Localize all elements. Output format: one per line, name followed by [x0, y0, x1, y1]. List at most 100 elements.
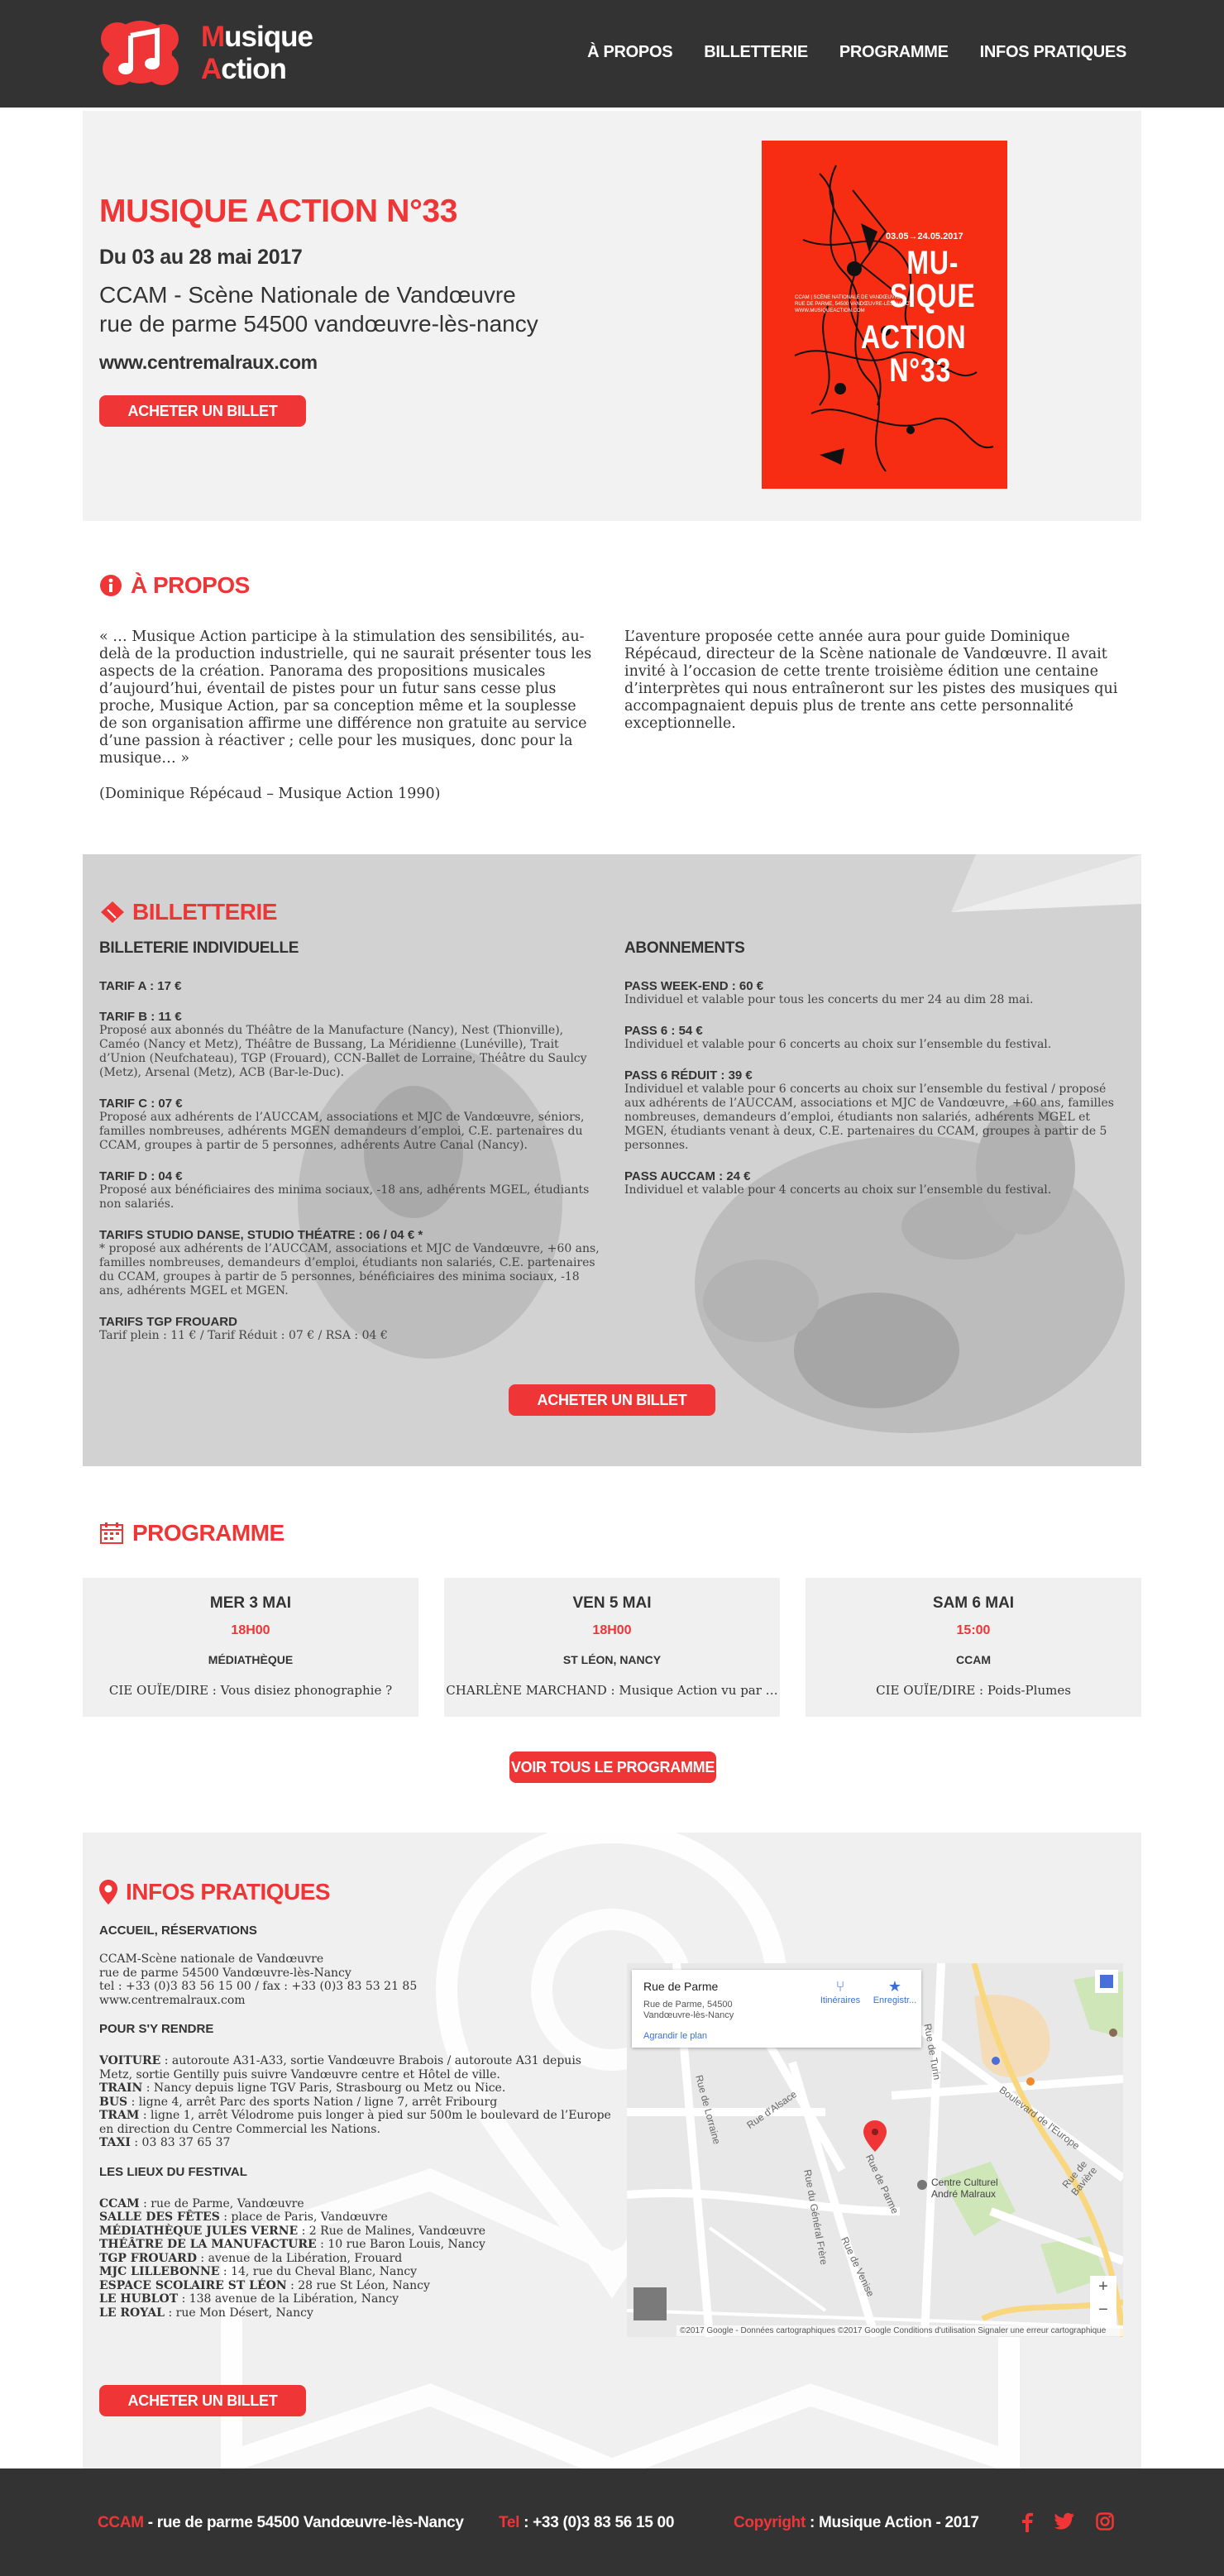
programme-heading: PROGRAMME [99, 1520, 284, 1546]
venue-item-key: LE HUBLOT [99, 2292, 179, 2306]
hero-buy-ticket-button[interactable]: ACHETER UN BILLET [99, 395, 306, 427]
see-full-programme-button[interactable]: VOIR TOUS LE PROGRAMME [509, 1752, 716, 1783]
map-zoom-out-button[interactable]: − [1090, 2301, 1116, 2324]
hero-venue-line2: rue de parme 54500 vandœuvre-lès-nancy [99, 311, 538, 337]
billetterie-heading: BILLETTERIE [99, 899, 277, 925]
venue-item-key: MÉDIATHÈQUE JULES VERNE [99, 2224, 299, 2238]
billetterie-section: BILLETTERIE BILLETERIE INDIVIDUELLE TARI… [83, 854, 1141, 1466]
site-footer: CCAM - rue de parme 54500 Vandœuvre-lès-… [0, 2468, 1224, 2576]
map-card-enlarge-link[interactable]: Agrandir le plan [643, 2031, 707, 2041]
poster-artwork [794, 165, 994, 472]
abonnement-description: Individuel et valable pour 6 concerts au… [624, 1082, 1114, 1152]
accueil-heading: ACCUEIL, RÉSERVATIONS [99, 1924, 257, 1938]
abonnement-description: Individuel et valable pour tous les conc… [624, 993, 1034, 1006]
map-card-title: Rue de Parme [643, 1980, 719, 1993]
hero-website[interactable]: www.centremalraux.com [99, 351, 318, 374]
transport-item-key: TRAM [99, 2109, 140, 2122]
google-map[interactable]: Rue de Lorraine Rue d'Alsace Rue de Parm… [627, 1963, 1123, 2337]
venue-item: CCAM : rue de Parme, Vandœuvre [99, 2197, 612, 2211]
logo-text[interactable]: Musique Action [201, 21, 313, 85]
abonnement-label: PASS WEEK-END : 60 € [624, 979, 764, 993]
card-hour: 15:00 [956, 1623, 991, 1637]
site-header: Musique Action À PROPOS BILLETTERIE PROG… [0, 0, 1224, 108]
venue-item-key: TGP FROUARD [99, 2251, 197, 2265]
lieux-block: CCAM : rue de Parme, Vandœuvre SALLE DES … [99, 2197, 612, 2320]
map-footer: ©2017 Google - Données cartographiques ©… [677, 2325, 1123, 2336]
main-nav: À PROPOS BILLETTERIE PROGRAMME INFOS PRA… [587, 43, 1126, 62]
tarif-description: Proposé aux adhérents de l’AUCCAM, assoc… [99, 1111, 585, 1152]
abonnement-label: PASS AUCCAM : 24 € [624, 1169, 751, 1183]
map-save-button[interactable]: ★ Enregistr... [872, 1978, 918, 2005]
billetterie-individuelle-heading: BILLETERIE INDIVIDUELLE [99, 939, 299, 957]
card-date: SAM 6 MAI [932, 1594, 1015, 1612]
map-directions-button[interactable]: ⑂ Itinéraires [815, 1978, 865, 2005]
transport-item-key: BUS [99, 2095, 128, 2109]
instagram-icon[interactable] [1096, 2512, 1114, 2531]
billetterie-buy-ticket-button[interactable]: ACHETER UN BILLET [509, 1384, 715, 1416]
tarif-label: TARIF C : 07 € [99, 1097, 183, 1111]
hero-venue: CCAM - Scène Nationale de Vandœuvre rue … [99, 280, 538, 338]
venue-item-value: : 28 rue St Léon, Nancy [286, 2278, 430, 2292]
programme-card[interactable]: SAM 6 MAI 15:00 CCAM CIE OUÏE/DIRE : Poi… [806, 1578, 1141, 1717]
transport-item: BUS : ligne 4, arrêt Parc des sports Nat… [99, 2096, 612, 2110]
card-hour: 18H00 [231, 1623, 270, 1637]
venue-item: LE ROYAL : rue Mon Désert, Nancy [99, 2306, 612, 2320]
transport-item: VOITURE : autoroute A31-A33, sortie Vand… [99, 2054, 612, 2081]
venue-item-value: : 10 rue Baron Louis, Nancy [316, 2238, 485, 2251]
transport-item-value: : ligne 1, arrêt Vélodrome puis longer à… [99, 2109, 611, 2136]
infos-buy-ticket-button[interactable]: ACHETER UN BILLET [99, 2385, 306, 2416]
transport-item-value: : Nancy depuis ligne TGV Paris, Strasbou… [142, 2081, 506, 2095]
festival-poster: 03.05→24.05.2017 CCAM | SCÈNE NATIONALE … [762, 141, 1007, 489]
poster-subtitle: ACTION N°33 [861, 319, 967, 389]
apropos-title: À PROPOS [131, 572, 250, 598]
footer-address: CCAM - rue de parme 54500 Vandœuvre-lès-… [98, 2514, 464, 2531]
nav-infos-pratiques[interactable]: INFOS PRATIQUES [980, 43, 1127, 62]
map-card-address: Rue de Parme, 54500 Vandœuvre-lès-Nancy [643, 2000, 734, 2020]
map-poi-label[interactable]: Centre Culturel André Malraux [931, 2177, 1014, 2200]
tarif-label: TARIF B : 11 € [99, 1010, 182, 1024]
transport-item-key: TRAIN [99, 2081, 143, 2095]
abonnement-description: Individuel et valable pour 6 concerts au… [624, 1038, 1052, 1051]
twitter-icon[interactable] [1054, 2512, 1074, 2531]
programme-card[interactable]: MER 3 MAI 18H00 MÉDIATHÈQUE CIE OUÏE/DIR… [83, 1578, 418, 1717]
tarif-label: TARIF A : 17 € [99, 979, 182, 993]
abonnements-list: PASS WEEK-END : 60 € Individuel et valabl… [624, 979, 1129, 1197]
tarif-description: Proposé aux abonnés du Théâtre de la Man… [99, 1024, 587, 1079]
programme-card[interactable]: VEN 5 MAI 18H00 ST LÉON, NANCY CHARLÈNE … [444, 1578, 780, 1717]
venue-item-value: : place de Paris, Vandœuvre [219, 2210, 388, 2224]
transport-item-key: TAXI [99, 2136, 131, 2149]
tarif-description: * proposé aux adhérents de l’AUCCAM, ass… [99, 1242, 600, 1298]
map-zoom-in-button[interactable]: + [1090, 2277, 1116, 2301]
hero-venue-line1: CCAM - Scène Nationale de Vandœuvre [99, 282, 516, 308]
logo-icon[interactable] [98, 14, 184, 90]
apropos-quote-author: (Dominique Répécaud – Musique Action 199… [99, 786, 441, 802]
footer-phone[interactable]: Tel : +33 (0)3 83 56 15 00 [499, 2514, 674, 2532]
venue-item-value: : 2 Rue de Malines, Vandœuvre [298, 2224, 486, 2238]
facebook-icon[interactable] [1021, 2512, 1033, 2532]
venue-item-key: CCAM [99, 2196, 140, 2210]
map-info-card: Rue de Parme Rue de Parme, 54500 Vandœuv… [632, 1970, 921, 2048]
venue-item-value: : 14, rue du Cheval Blanc, Nancy [219, 2265, 418, 2278]
billetterie-individuelle: BILLETERIE INDIVIDUELLE TARIF A : 17 € TA… [99, 939, 604, 1343]
footer-copyright: Copyright : Musique Action - 2017 [734, 2514, 979, 2531]
transport-item: TRAM : ligne 1, arrêt Vélodrome puis lon… [99, 2109, 612, 2136]
venue-item: MÉDIATHÈQUE JULES VERNE : 2 Rue de Malin… [99, 2225, 612, 2239]
abonnement-label: PASS 6 RÉDUIT : 39 € [624, 1068, 753, 1082]
venue-item: SALLE DES FÊTES : place de Paris, Vandœu… [99, 2210, 612, 2225]
venue-item: LE HUBLOT : 138 avenue de la Libération,… [99, 2292, 612, 2306]
map-marker-icon [99, 1880, 117, 1905]
venue-item-key: LE ROYAL [99, 2306, 165, 2320]
nav-apropos[interactable]: À PROPOS [587, 43, 672, 62]
tarif-label: TARIFS STUDIO DANSE, STUDIO THÉATRE : 06… [99, 1228, 423, 1242]
infos-text: ACCUEIL, RÉSERVATIONS CCAM-Scène nationa… [99, 1924, 612, 2320]
venue-item-value: : rue de Parme, Vandœuvre [139, 2196, 304, 2210]
apropos-heading: À PROPOS [99, 572, 250, 599]
apropos-left-col: « … Musique Action participe à la stimul… [99, 628, 597, 803]
nav-programme[interactable]: PROGRAMME [839, 43, 949, 62]
venue-item-key: THÉÂTRE DE LA MANUFACTURE [99, 2238, 317, 2251]
infos-heading: INFOS PRATIQUES [99, 1879, 331, 1905]
social-links [1021, 2512, 1114, 2532]
apropos-quote: « … Musique Action participe à la stimul… [99, 628, 592, 767]
hero-section: MUSIQUE ACTION N°33 Du 03 au 28 mai 2017… [83, 111, 1141, 521]
nav-billetterie[interactable]: BILLETTERIE [704, 43, 808, 62]
